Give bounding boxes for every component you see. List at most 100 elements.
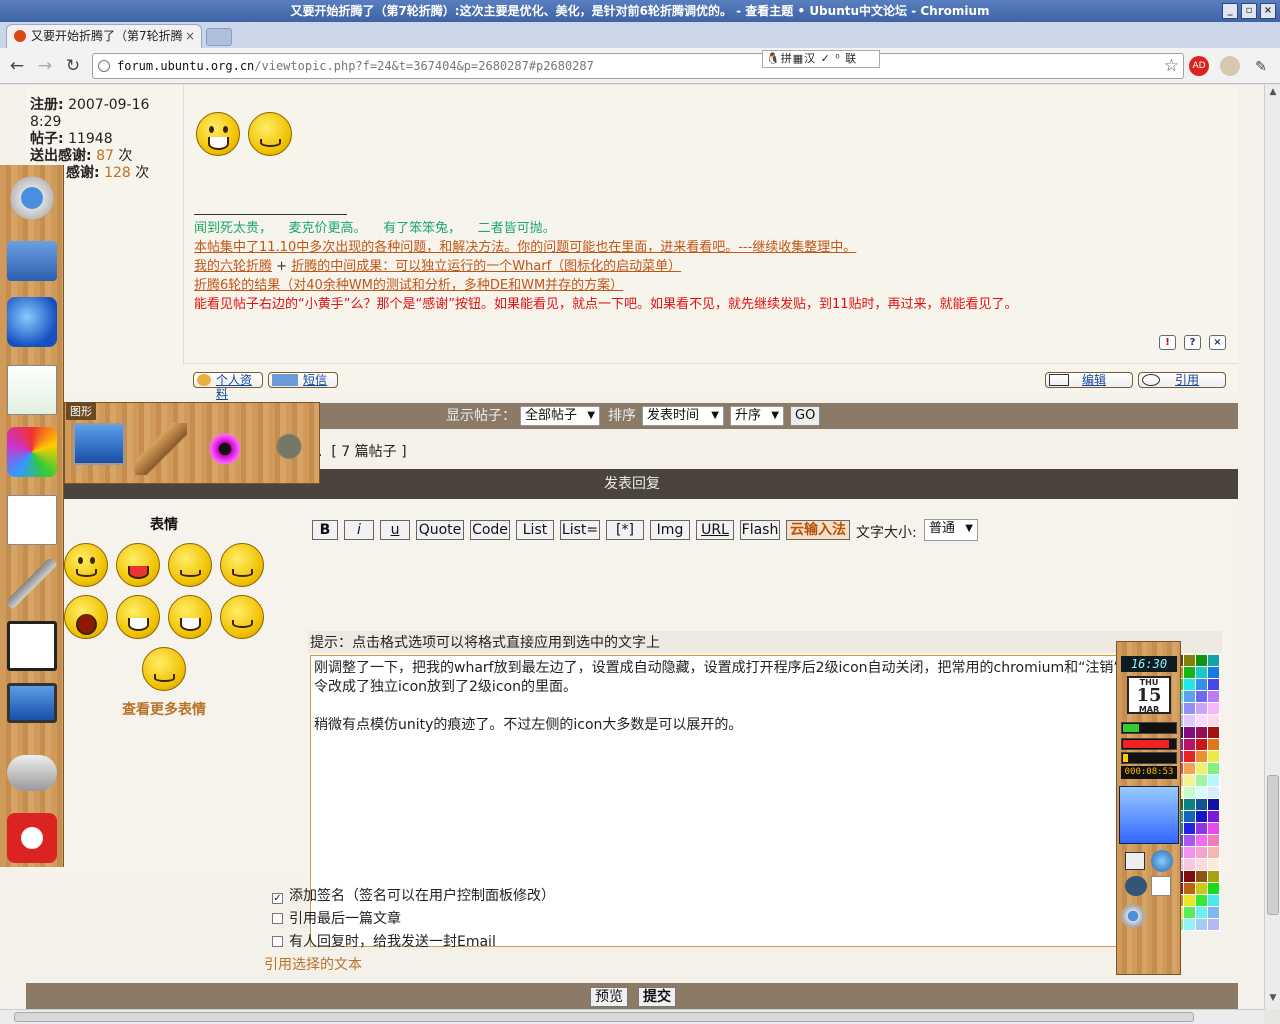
palette-swatch[interactable] — [1196, 715, 1208, 727]
palette-swatch[interactable] — [1196, 763, 1208, 775]
horizontal-scrollbar[interactable] — [0, 1009, 1264, 1024]
cloud-ime-button[interactable]: 云输入法 — [786, 520, 850, 540]
palette-swatch[interactable] — [1196, 727, 1208, 739]
palette-swatch[interactable] — [1208, 895, 1220, 907]
font-size-select[interactable]: 普通 ▼ — [924, 519, 978, 541]
palette-swatch[interactable] — [1196, 775, 1208, 787]
palette-swatch[interactable] — [1208, 883, 1220, 895]
palette-swatch[interactable] — [1184, 667, 1196, 679]
palette-swatch[interactable] — [1196, 907, 1208, 919]
palette-swatch[interactable] — [1208, 787, 1220, 799]
chromium-icon[interactable] — [7, 173, 57, 223]
palette-swatch[interactable] — [1208, 907, 1220, 919]
go-button[interactable]: GO — [790, 406, 821, 426]
tab-close-icon[interactable]: × — [185, 25, 195, 47]
palette-swatch[interactable] — [1208, 691, 1220, 703]
list-item-button[interactable]: [*] — [606, 520, 644, 540]
list-ordered-button[interactable]: List= — [560, 520, 600, 540]
sig-link-results[interactable]: 折腾6轮的结果（对40余种WM的测试和分析，多种DE和WM并存的方案） — [194, 278, 623, 293]
smile-icon[interactable] — [64, 543, 108, 587]
palette-swatch[interactable] — [1208, 763, 1220, 775]
palette-swatch[interactable] — [1196, 799, 1208, 811]
gimp-icon[interactable] — [263, 423, 315, 475]
palette-swatch[interactable] — [1208, 679, 1220, 691]
quote-selected-link[interactable]: 引用选择的文本 — [264, 957, 362, 973]
forward-button[interactable]: → — [34, 55, 56, 77]
folder-icon[interactable] — [7, 241, 57, 281]
palette-swatch[interactable] — [1184, 919, 1196, 931]
delete-button[interactable]: × — [1209, 335, 1226, 350]
palette-swatch[interactable] — [1196, 751, 1208, 763]
notify-checkbox[interactable] — [272, 936, 283, 947]
palette-swatch[interactable] — [1196, 919, 1208, 931]
option-notify[interactable]: 有人回复时，给我发送一封Email — [272, 931, 555, 954]
thumbs-up-icon[interactable] — [220, 595, 264, 639]
dizzy-icon[interactable] — [142, 647, 186, 691]
palette-swatch[interactable] — [1208, 727, 1220, 739]
order-select[interactable]: 升序 ▼ — [730, 406, 784, 426]
posts-filter-select[interactable]: 全部帖子 ▼ — [520, 406, 600, 426]
underline-button[interactable]: u — [380, 520, 410, 540]
palette-swatch[interactable] — [1184, 907, 1196, 919]
palette-swatch[interactable] — [1184, 871, 1196, 883]
option-signature[interactable]: ✓ 添加签名（签名可以在用户控制面板修改） — [272, 885, 555, 908]
palette-swatch[interactable] — [1184, 811, 1196, 823]
palette-swatch[interactable] — [1184, 763, 1196, 775]
scroll-thumb[interactable] — [1267, 775, 1279, 915]
thanks-sent-value[interactable]: 87 — [96, 148, 114, 164]
palette-swatch[interactable] — [1208, 715, 1220, 727]
minimize-button[interactable]: _ — [1222, 3, 1238, 19]
img-button[interactable]: Img — [650, 520, 690, 540]
address-bar[interactable]: forum.ubuntu.org.cn/viewtopic.php?f=24&t… — [92, 53, 1184, 79]
sig-link-issues[interactable]: 本帖集中了11.10中多次出现的各种问题，和解决方法。你的问题可能也在里面，进来… — [194, 240, 856, 255]
palette-swatch[interactable] — [1184, 895, 1196, 907]
gamepad-icon[interactable] — [7, 755, 57, 791]
palette-swatch[interactable] — [1184, 751, 1196, 763]
palette-swatch[interactable] — [1184, 715, 1196, 727]
graphics-icon[interactable] — [7, 427, 57, 477]
palette-swatch[interactable] — [1196, 847, 1208, 859]
new-tab-button[interactable] — [206, 28, 232, 46]
bug-icon[interactable] — [1125, 876, 1147, 896]
reload-button[interactable]: ↻ — [62, 55, 84, 77]
tongue-icon[interactable] — [116, 543, 160, 587]
adblock-icon[interactable]: AD — [1189, 56, 1209, 76]
palette-swatch[interactable] — [1208, 919, 1220, 931]
sort-by-select[interactable]: 发表时间 ▼ — [642, 406, 724, 426]
submit-button[interactable]: 提交 — [638, 987, 676, 1007]
extension-face-icon[interactable] — [1220, 56, 1240, 76]
palette-swatch[interactable] — [1196, 823, 1208, 835]
palette-swatch[interactable] — [1208, 751, 1220, 763]
palette-swatch[interactable] — [1196, 667, 1208, 679]
palette-swatch[interactable] — [1184, 823, 1196, 835]
palette-swatch[interactable] — [1208, 871, 1220, 883]
palette-swatch[interactable] — [1208, 859, 1220, 871]
hscroll-thumb[interactable] — [14, 1012, 1194, 1022]
scroll-up-icon[interactable]: ▲ — [1267, 87, 1279, 99]
calendar-widget[interactable]: THU 15 MAR — [1127, 676, 1171, 714]
bookmark-star-icon[interactable]: ☆ — [1164, 54, 1179, 78]
palette-swatch[interactable] — [1208, 775, 1220, 787]
palette-swatch[interactable] — [1208, 847, 1220, 859]
bold-button[interactable]: B — [312, 520, 338, 540]
power-icon[interactable] — [7, 813, 57, 863]
preview-button[interactable]: 预览 — [590, 987, 628, 1007]
page-info-icon[interactable] — [98, 60, 110, 72]
office-icon[interactable] — [7, 495, 57, 545]
profile-button[interactable]: 个人资料 — [193, 372, 263, 401]
palette-swatch[interactable] — [1208, 811, 1220, 823]
eye-of-gnome-icon[interactable] — [199, 423, 251, 475]
vertical-scrollbar[interactable]: ▲ ▼ — [1264, 85, 1280, 1009]
maximize-button[interactable]: ▫ — [1241, 3, 1257, 19]
sig-link-six-rounds[interactable]: 我的六轮折腾 — [194, 259, 272, 274]
palette-swatch[interactable] — [1208, 799, 1220, 811]
palette-swatch[interactable] — [1184, 799, 1196, 811]
ime-toolbar[interactable]: 🐧拼▦汉 ✓ ⁰ 联 — [762, 50, 880, 68]
palette-swatch[interactable] — [1208, 823, 1220, 835]
palette-swatch[interactable] — [1184, 847, 1196, 859]
sweat-icon[interactable] — [116, 595, 160, 639]
palette-swatch[interactable] — [1196, 655, 1208, 667]
italic-button[interactable]: i — [344, 520, 374, 540]
palette-swatch[interactable] — [1184, 835, 1196, 847]
window-title-bar[interactable]: 又要开始折腾了（第7轮折腾）:这次主要是优化、美化，是针对前6轮折腾调优的。 -… — [0, 0, 1280, 22]
